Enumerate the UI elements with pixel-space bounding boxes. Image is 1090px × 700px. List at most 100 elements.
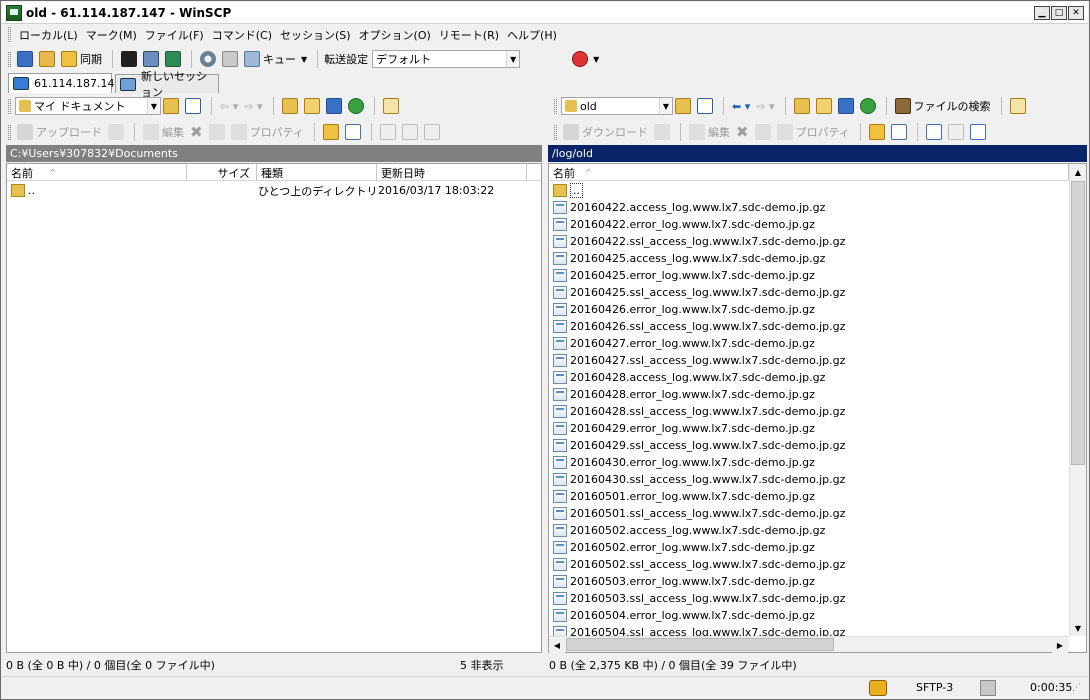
hidden-count[interactable]: 5 非表示	[460, 657, 504, 673]
menu-command[interactable]: コマンド(C)	[208, 27, 276, 43]
synchronize-button[interactable]: 同期	[59, 49, 104, 69]
tab-new-session[interactable]: 新しいセッション	[115, 70, 219, 99]
local-location-select[interactable]: マイ ドキュメント ▼	[15, 97, 161, 115]
remote-parent-dir-button[interactable]	[792, 96, 812, 116]
remote-delete-button[interactable]: ✖	[734, 122, 751, 142]
local-col-name[interactable]: 名前 ^	[7, 164, 187, 181]
remote-forward-button[interactable]: ⇨ ▾	[754, 96, 776, 116]
menu-remote[interactable]: リモート(R)	[435, 27, 503, 43]
scroll-right-icon[interactable]: ▶	[1052, 637, 1068, 653]
local-new-file-button[interactable]	[343, 122, 363, 142]
remote-open-dir-button[interactable]	[673, 96, 693, 116]
remote-file-row[interactable]: 20160426.ssl_access_log.www.lx7.sdc-demo…	[553, 318, 845, 335]
remote-file-row[interactable]: 20160430.error_log.www.lx7.sdc-demo.jp.g…	[553, 454, 815, 471]
remote-col-name[interactable]: 名前 ^	[549, 164, 1069, 181]
local-home-button[interactable]	[324, 96, 344, 116]
remote-properties-button[interactable]: プロパティ	[775, 122, 852, 142]
remote-filter-select-button[interactable]	[968, 122, 988, 142]
sync-browse-button[interactable]	[37, 49, 57, 69]
find-files-button[interactable]: ファイルの検索	[893, 96, 993, 116]
remote-refresh-button[interactable]	[858, 96, 878, 116]
local-parent-dir-button[interactable]	[280, 96, 300, 116]
remote-root-dir-button[interactable]	[814, 96, 834, 116]
console-button[interactable]	[119, 49, 139, 69]
toolbar-grip[interactable]	[8, 51, 11, 67]
lock-icon[interactable]	[869, 680, 887, 696]
queue-button[interactable]: キュー ▼	[242, 49, 309, 69]
compare-dirs-button[interactable]	[15, 49, 35, 69]
resize-grip-icon[interactable]: ⋰	[1072, 683, 1081, 693]
remote-file-row[interactable]: 20160425.access_log.www.lx7.sdc-demo.jp.…	[553, 250, 825, 267]
local-filter-button[interactable]	[183, 96, 203, 116]
menu-options[interactable]: オプション(O)	[355, 27, 435, 43]
remote-back-button[interactable]: ⬅ ▾	[730, 96, 752, 116]
remote-select-button[interactable]	[924, 122, 944, 142]
local-delete-button[interactable]: ✖	[188, 122, 205, 142]
upload-options-button[interactable]	[106, 122, 126, 142]
remote-edit-button[interactable]: 編集	[687, 122, 732, 142]
remote-file-row[interactable]: 20160427.error_log.www.lx7.sdc-demo.jp.g…	[553, 335, 815, 352]
preferences-button[interactable]	[198, 49, 218, 69]
local-col-modified[interactable]: 更新日時	[377, 164, 527, 181]
remote-file-row[interactable]: 20160502.error_log.www.lx7.sdc-demo.jp.g…	[553, 539, 815, 556]
remote-file-row[interactable]: 20160428.error_log.www.lx7.sdc-demo.jp.g…	[553, 386, 815, 403]
remote-file-row[interactable]: 20160428.access_log.www.lx7.sdc-demo.jp.…	[553, 369, 825, 386]
local-rename-button[interactable]	[207, 122, 227, 142]
menu-help[interactable]: ヘルプ(H)	[503, 27, 561, 43]
local-tree-button[interactable]	[381, 96, 401, 116]
download-options-button[interactable]	[652, 122, 672, 142]
reconnect-button[interactable]: ▼	[570, 49, 601, 69]
remote-file-row[interactable]: 20160427.ssl_access_log.www.lx7.sdc-demo…	[553, 352, 845, 369]
local-forward-button[interactable]: ⇨ ▾	[242, 96, 264, 116]
remote-file-row[interactable]: 20160426.error_log.www.lx7.sdc-demo.jp.g…	[553, 301, 815, 318]
menu-grip[interactable]	[8, 27, 11, 42]
scroll-down-icon[interactable]: ▼	[1070, 620, 1086, 636]
local-col-size[interactable]: サイズ	[187, 164, 257, 181]
remote-file-row[interactable]: 20160503.error_log.www.lx7.sdc-demo.jp.g…	[553, 573, 815, 590]
local-filter-select-button[interactable]	[422, 122, 442, 142]
remote-file-row[interactable]: 20160429.ssl_access_log.www.lx7.sdc-demo…	[553, 437, 845, 454]
remote-file-row[interactable]: 20160422.access_log.www.lx7.sdc-demo.jp.…	[553, 199, 825, 216]
remote-tree-button[interactable]	[1008, 96, 1028, 116]
h-scroll-thumb[interactable]	[566, 638, 834, 651]
remote-new-folder-button[interactable]	[867, 122, 887, 142]
putty-button[interactable]	[141, 49, 161, 69]
remote-new-file-button[interactable]	[889, 122, 909, 142]
upload-button[interactable]: アップロード	[15, 122, 104, 142]
remote-file-row[interactable]: 20160422.error_log.www.lx7.sdc-demo.jp.g…	[553, 216, 815, 233]
scroll-thumb[interactable]	[1071, 181, 1085, 465]
toolbar-grip[interactable]	[554, 98, 557, 114]
remote-unselect-button[interactable]	[946, 122, 966, 142]
minimize-button[interactable]: ▁	[1034, 6, 1050, 20]
remote-file-row[interactable]: 20160502.access_log.www.lx7.sdc-demo.jp.…	[553, 522, 825, 539]
local-properties-button[interactable]: プロパティ	[229, 122, 306, 142]
close-button[interactable]: ✕	[1068, 6, 1084, 20]
toolbar-grip[interactable]	[554, 124, 557, 140]
tab-session[interactable]: 61.114.187.147	[8, 73, 121, 93]
remote-filter-button[interactable]	[695, 96, 715, 116]
local-col-type[interactable]: 種類	[257, 164, 377, 181]
local-open-dir-button[interactable]	[161, 96, 181, 116]
scroll-left-icon[interactable]: ◀	[549, 637, 565, 653]
toolbar-grip[interactable]	[8, 124, 11, 140]
remote-rename-button[interactable]	[753, 122, 773, 142]
toolbar-grip[interactable]	[8, 98, 11, 114]
remote-file-row[interactable]: 20160429.error_log.www.lx7.sdc-demo.jp.g…	[553, 420, 815, 437]
menu-session[interactable]: セッション(S)	[276, 27, 355, 43]
remote-home-button[interactable]	[836, 96, 856, 116]
remote-file-row[interactable]: 20160501.error_log.www.lx7.sdc-demo.jp.g…	[553, 488, 815, 505]
local-path-bar[interactable]: C:¥Users¥307832¥Documents	[6, 145, 542, 162]
remote-horizontal-scrollbar[interactable]: ◀ ▶	[549, 636, 1069, 653]
remote-file-row[interactable]: 20160422.ssl_access_log.www.lx7.sdc-demo…	[553, 233, 845, 250]
menu-file[interactable]: ファイル(F)	[141, 27, 208, 43]
local-select-button[interactable]	[378, 122, 398, 142]
scroll-up-icon[interactable]: ▲	[1070, 164, 1086, 180]
remote-file-row[interactable]: 20160425.error_log.www.lx7.sdc-demo.jp.g…	[553, 267, 815, 284]
remote-file-row[interactable]: 20160504.error_log.www.lx7.sdc-demo.jp.g…	[553, 607, 815, 624]
local-new-folder-button[interactable]	[321, 122, 341, 142]
download-button[interactable]: ダウンロード	[561, 122, 650, 142]
remote-location-select[interactable]: old ▼	[561, 97, 673, 115]
remote-file-row[interactable]: 20160430.ssl_access_log.www.lx7.sdc-demo…	[553, 471, 845, 488]
queue-toggle-button[interactable]	[220, 49, 240, 69]
remote-file-row[interactable]: 20160503.ssl_access_log.www.lx7.sdc-demo…	[553, 590, 845, 607]
